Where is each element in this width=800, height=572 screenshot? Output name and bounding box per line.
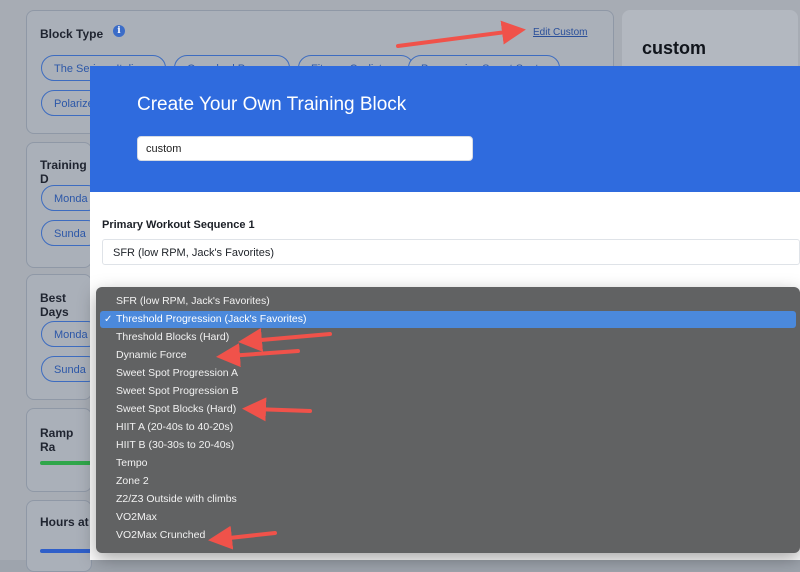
arrow-to-threshold-blocks: [238, 327, 332, 352]
arrow-to-sweet-spot-blocks: [242, 397, 312, 422]
arrow-to-edit-custom: [396, 20, 526, 48]
annotation-arrows: [208, 20, 526, 550]
arrow-to-vo2max-crunched: [208, 525, 277, 550]
arrow-to-dynamic-force: [216, 343, 300, 368]
